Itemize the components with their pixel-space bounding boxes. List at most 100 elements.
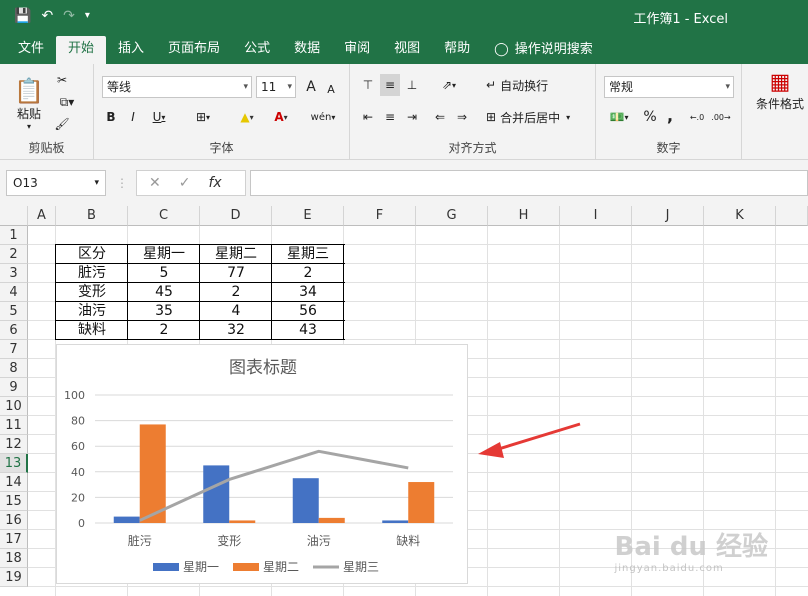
tab-view[interactable]: 视图 (382, 36, 432, 64)
comma-style-button[interactable]: , (662, 104, 678, 126)
redo-icon[interactable]: ↷ (63, 6, 75, 26)
column-header-a[interactable]: A (28, 206, 56, 226)
table-cell[interactable]: 4 (200, 302, 272, 321)
row-header-15[interactable]: 15 (0, 492, 28, 511)
column-header-j[interactable]: J (632, 206, 704, 226)
cancel-icon[interactable]: ✕ (149, 175, 161, 191)
table-cell[interactable]: 45 (128, 283, 200, 302)
borders-icon[interactable]: ⊞ ▾ (188, 106, 218, 128)
table-cell[interactable]: 变形 (56, 283, 128, 302)
table-cell[interactable]: 2 (272, 264, 344, 283)
italic-button[interactable]: I (124, 106, 142, 128)
font-name-select[interactable]: 等线 ▾ (102, 76, 252, 98)
align-center-icon[interactable]: ≡ (380, 106, 400, 128)
row-header-17[interactable]: 17 (0, 530, 28, 549)
phonetic-icon[interactable]: wén ▾ (306, 106, 340, 128)
name-box[interactable]: O13 ▾ (6, 170, 106, 196)
row-header-2[interactable]: 2 (0, 245, 28, 264)
tab-help[interactable]: 帮助 (432, 36, 482, 64)
customize-qat-icon[interactable]: ▾ (85, 6, 90, 26)
insert-function-button[interactable]: fx (208, 175, 221, 191)
font-color-button[interactable]: A ▾ (266, 106, 296, 128)
copy-icon[interactable]: ⧉▾ (52, 92, 82, 112)
table-header-cell[interactable]: 区分 (56, 245, 128, 264)
row-header-7[interactable]: 7 (0, 340, 28, 359)
column-header-k[interactable]: K (704, 206, 776, 226)
tab-home[interactable]: 开始 (56, 36, 107, 64)
column-header-i[interactable]: I (560, 206, 632, 226)
tab-file[interactable]: 文件 (6, 36, 56, 64)
row-header-16[interactable]: 16 (0, 511, 28, 530)
row-header-8[interactable]: 8 (0, 359, 28, 378)
undo-icon[interactable]: ↶ (41, 6, 53, 26)
table-header-cell[interactable]: 星期一 (128, 245, 200, 264)
fill-color-icon[interactable]: ▲ ▾ (232, 106, 262, 128)
row-header-5[interactable]: 5 (0, 302, 28, 321)
table-cell[interactable]: 43 (272, 321, 344, 340)
cut-icon[interactable]: ✂ (52, 70, 72, 90)
underline-button[interactable]: U ▾ (146, 106, 172, 128)
tab-data[interactable]: 数据 (282, 36, 332, 64)
save-icon[interactable]: 💾 (14, 6, 31, 26)
row-header-11[interactable]: 11 (0, 416, 28, 435)
table-cell[interactable]: 35 (128, 302, 200, 321)
conditional-format-button[interactable]: ▦ 条件格式 (750, 70, 808, 130)
row-header-4[interactable]: 4 (0, 283, 28, 302)
tab-insert[interactable]: 插入 (106, 36, 156, 64)
tab-review[interactable]: 审阅 (332, 36, 382, 64)
row-header-14[interactable]: 14 (0, 473, 28, 492)
table-header-cell[interactable]: 星期三 (272, 245, 344, 264)
bold-button[interactable]: B (102, 106, 120, 128)
align-top-icon[interactable]: ⊤ (358, 74, 378, 96)
align-middle-icon[interactable]: ≡ (380, 74, 400, 96)
table-cell[interactable]: 缺料 (56, 321, 128, 340)
align-bottom-icon[interactable]: ⊥ (402, 74, 422, 96)
paste-button[interactable]: 📋 粘贴 ▾ (10, 72, 48, 136)
formula-input[interactable] (250, 170, 808, 196)
row-header-19[interactable]: 19 (0, 568, 28, 587)
row-header-18[interactable]: 18 (0, 549, 28, 568)
table-cell[interactable]: 油污 (56, 302, 128, 321)
column-header-c[interactable]: C (128, 206, 200, 226)
column-header-g[interactable]: G (416, 206, 488, 226)
align-right-icon[interactable]: ⇥ (402, 106, 422, 128)
row-header-13[interactable]: 13 (0, 454, 28, 473)
row-header-6[interactable]: 6 (0, 321, 28, 340)
table-cell[interactable]: 2 (200, 283, 272, 302)
select-all-corner[interactable] (0, 206, 28, 226)
percent-button[interactable]: % (640, 106, 660, 128)
font-size-select[interactable]: 11 ▾ (256, 76, 296, 98)
increase-decimal-icon[interactable]: ←.0 (686, 106, 708, 128)
grow-font-button[interactable]: A (302, 76, 320, 98)
shrink-font-button[interactable]: A (322, 78, 340, 100)
decrease-decimal-icon[interactable]: .00→ (710, 106, 732, 128)
row-header-3[interactable]: 3 (0, 264, 28, 283)
orientation-icon[interactable]: ⇗ ▾ (434, 74, 464, 96)
tell-me-search[interactable]: ◯ 操作说明搜索 (482, 36, 605, 64)
format-painter-icon[interactable]: 🖌 (52, 114, 72, 134)
column-header-overflow[interactable] (776, 206, 808, 226)
wrap-text-button[interactable]: ↵ 自动换行 (486, 74, 586, 96)
enter-icon[interactable]: ✓ (179, 175, 191, 191)
increase-indent-icon[interactable]: ⇒ (452, 106, 472, 128)
number-format-select[interactable]: 常规 ▾ (604, 76, 734, 98)
row-header-1[interactable]: 1 (0, 226, 28, 245)
column-header-h[interactable]: H (488, 206, 560, 226)
table-cell[interactable]: 56 (272, 302, 344, 321)
table-cell[interactable]: 34 (272, 283, 344, 302)
column-header-f[interactable]: F (344, 206, 416, 226)
table-cell[interactable]: 32 (200, 321, 272, 340)
column-header-d[interactable]: D (200, 206, 272, 226)
align-left-icon[interactable]: ⇤ (358, 106, 378, 128)
column-header-b[interactable]: B (56, 206, 128, 226)
table-cell[interactable]: 77 (200, 264, 272, 283)
table-header-cell[interactable]: 星期二 (200, 245, 272, 264)
merge-center-button[interactable]: ⊞ 合并后居中 ▾ (486, 106, 590, 128)
tab-page-layout[interactable]: 页面布局 (156, 36, 232, 64)
tab-formulas[interactable]: 公式 (232, 36, 282, 64)
chart-object[interactable]: 图表标题 0 20 40 60 80 100 脏污 变形 油污 缺料 星期一 星期二 星期三 (56, 344, 468, 584)
decrease-indent-icon[interactable]: ⇐ (430, 106, 450, 128)
row-header-12[interactable]: 12 (0, 435, 28, 454)
row-header-9[interactable]: 9 (0, 378, 28, 397)
table-cell[interactable]: 脏污 (56, 264, 128, 283)
